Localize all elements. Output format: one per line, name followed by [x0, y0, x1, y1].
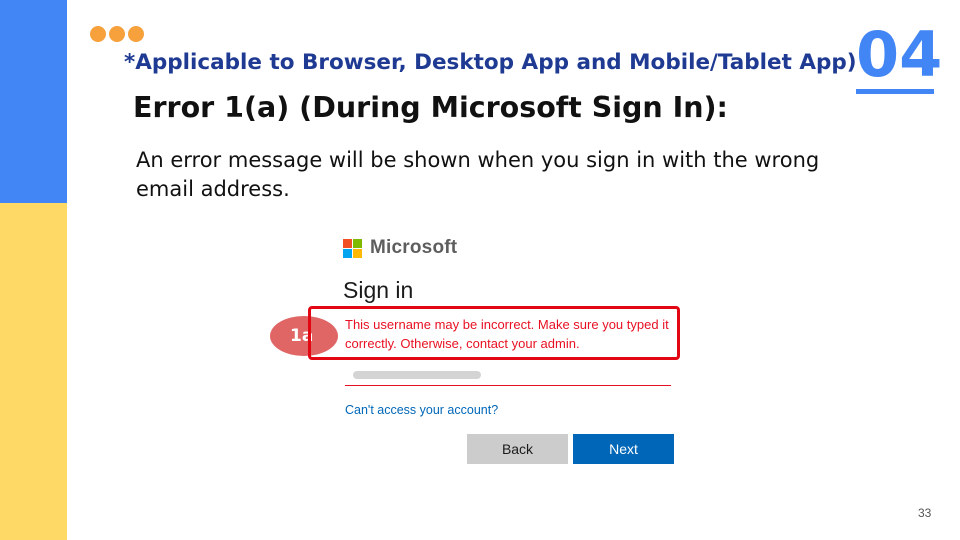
sidebar-band-yellow: [0, 203, 67, 540]
section-number: 04: [856, 18, 943, 91]
error-highlight-box: [308, 306, 680, 360]
microsoft-brand-name: Microsoft: [370, 237, 458, 258]
dot-icon: [109, 26, 125, 42]
dot-icon: [90, 26, 106, 42]
section-number-underline: [856, 89, 934, 94]
page-number: 33: [918, 506, 932, 520]
next-button[interactable]: Next: [573, 434, 674, 464]
microsoft-logo-icon: [343, 239, 363, 259]
decorative-dots: [90, 26, 144, 42]
blurred-email-value: [353, 371, 481, 379]
cant-access-account-link[interactable]: Can't access your account?: [345, 403, 498, 417]
slide-subtitle: *Applicable to Browser, Desktop App and …: [124, 50, 857, 75]
back-button[interactable]: Back: [467, 434, 568, 464]
slide-title: Error 1(a) (During Microsoft Sign In):: [133, 91, 728, 124]
signin-heading: Sign in: [343, 277, 414, 303]
slide-body-text: An error message will be shown when you …: [136, 148, 820, 201]
dot-icon: [128, 26, 144, 42]
email-field[interactable]: [345, 367, 671, 386]
sidebar-band-blue: [0, 0, 67, 203]
